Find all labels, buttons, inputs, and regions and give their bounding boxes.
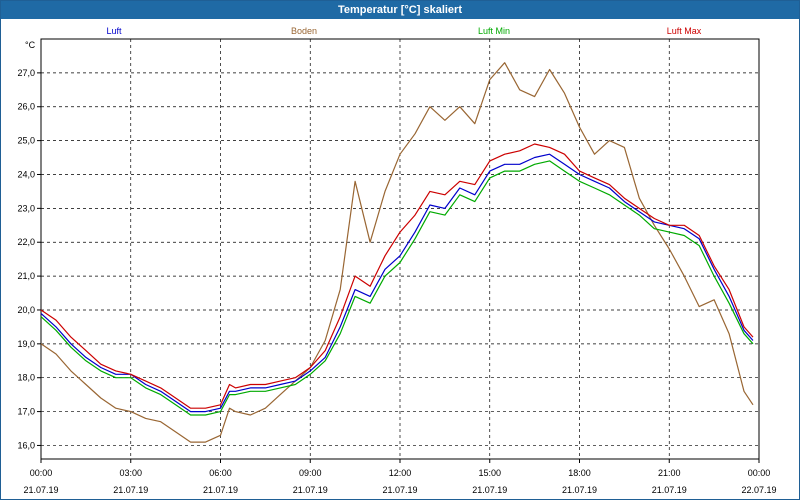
y-tick-label: 24,0	[17, 169, 35, 179]
x-tick-date: 21.07.19	[382, 485, 417, 495]
y-tick-label: 23,0	[17, 203, 35, 213]
x-tick-date: 21.07.19	[472, 485, 507, 495]
x-tick-date: 21.07.19	[113, 485, 148, 495]
x-tick-date: 21.07.19	[293, 485, 328, 495]
y-tick-label: 16,0	[17, 440, 35, 450]
chart-window: Temperatur [°C] skaliert 16,0 17,0 18,0 19,…	[0, 0, 800, 500]
x-tick-date: 21.07.19	[23, 485, 58, 495]
y-tick-label: 20,0	[17, 305, 35, 315]
y-tick-label: 26,0	[17, 102, 35, 112]
y-tick-label: 21,0	[17, 271, 35, 281]
x-tick-time: 12:00	[389, 468, 412, 478]
x-tick-date: 21.07.19	[652, 485, 687, 495]
x-tick-time: 15:00	[478, 468, 501, 478]
y-axis-label: °C	[25, 40, 36, 50]
x-tick-time: 00:00	[748, 468, 771, 478]
x-tick-date: 21.07.19	[562, 485, 597, 495]
x-tick-time: 00:00	[30, 468, 53, 478]
x-tick-date: 22.07.19	[741, 485, 776, 495]
x-tick-date: 21.07.19	[203, 485, 238, 495]
y-tick-label: 25,0	[17, 136, 35, 146]
legend-entry-luft-max: Luft Max	[667, 26, 702, 36]
y-tick-label: 19,0	[17, 339, 35, 349]
legend-entry-boden: Boden	[291, 26, 317, 36]
legend-entry-luft-min: Luft Min	[478, 26, 510, 36]
x-tick-time: 18:00	[568, 468, 591, 478]
x-tick-time: 06:00	[209, 468, 232, 478]
x-tick-time: 03:00	[119, 468, 142, 478]
y-tick-label: 22,0	[17, 237, 35, 247]
temperature-chart: 16,0 17,0 18,0 19,0 20,0 21,0 22,0 23,0 24,0 25,0…	[17, 26, 776, 495]
x-tick-time: 09:00	[299, 468, 322, 478]
y-tick-label: 18,0	[17, 373, 35, 383]
y-tick-label: 17,0	[17, 407, 35, 417]
legend-entry-luft: Luft	[106, 26, 122, 36]
x-tick-time: 21:00	[658, 468, 681, 478]
y-tick-label: 27,0	[17, 68, 35, 78]
